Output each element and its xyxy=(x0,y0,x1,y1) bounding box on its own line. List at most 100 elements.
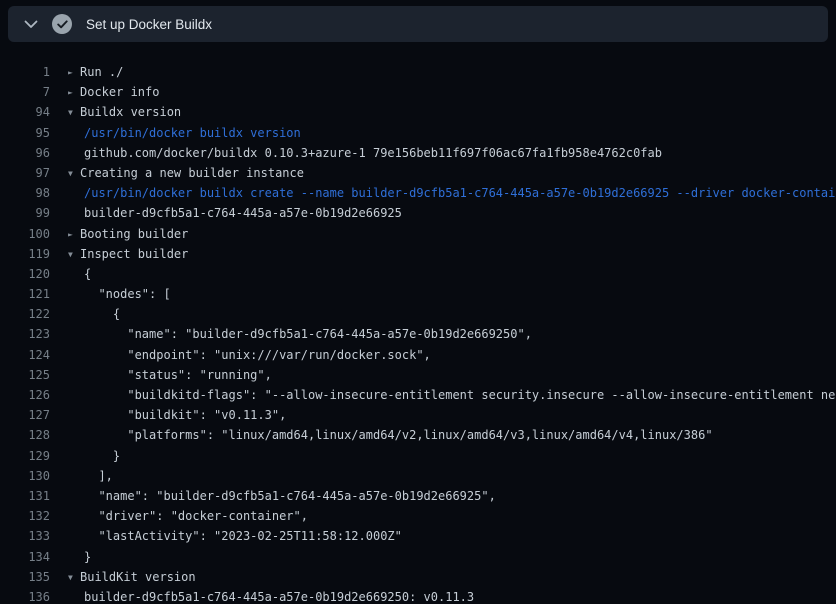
line-number[interactable]: 134 xyxy=(0,547,50,567)
line-number[interactable]: 133 xyxy=(0,526,50,546)
log-group-title-text: Buildx version xyxy=(80,105,181,119)
line-number[interactable]: 98 xyxy=(0,183,50,203)
log-line-text: } xyxy=(68,547,91,567)
log-line: 120 { xyxy=(0,264,836,284)
line-number[interactable]: 96 xyxy=(0,143,50,163)
log-output: 1►Run ./7►Docker info94▼Buildx version95… xyxy=(0,42,836,604)
log-line: 96 github.com/docker/buildx 0.10.3+azure-… xyxy=(0,143,836,163)
log-group-title-text: BuildKit version xyxy=(80,570,196,584)
log-group-header: 100 ►Booting builder xyxy=(0,224,836,244)
line-number[interactable]: 94 xyxy=(0,102,50,122)
log-line-text: "platforms": "linux/amd64,linux/amd64/v2… xyxy=(68,425,713,445)
log-line: 125 "status": "running", xyxy=(0,365,836,385)
log-group-header: 119 ▼Inspect builder xyxy=(0,244,836,264)
caret-expanded-icon[interactable]: ▼ xyxy=(68,103,80,122)
log-group-title[interactable]: ▼Buildx version xyxy=(68,102,181,122)
log-line: 131 "name": "builder-d9cfb5a1-c764-445a-… xyxy=(0,486,836,506)
log-line: 129 } xyxy=(0,446,836,466)
log-line: 95/usr/bin/docker buildx version xyxy=(0,123,836,143)
log-group-title-text: Docker info xyxy=(80,85,159,99)
log-line: 132 "driver": "docker-container", xyxy=(0,506,836,526)
log-line-text: github.com/docker/buildx 0.10.3+azure-1 … xyxy=(68,143,662,163)
line-number[interactable]: 130 xyxy=(0,466,50,486)
log-line: 130 ], xyxy=(0,466,836,486)
log-group-title-text: Booting builder xyxy=(80,227,188,241)
log-group-title[interactable]: ►Booting builder xyxy=(68,224,188,244)
log-group-title[interactable]: ▼Inspect builder xyxy=(68,244,188,264)
log-line-text: } xyxy=(68,446,120,466)
check-icon xyxy=(52,14,72,34)
step-title: Set up Docker Buildx xyxy=(86,17,212,32)
line-number[interactable]: 97 xyxy=(0,163,50,183)
log-line-text: "lastActivity": "2023-02-25T11:58:12.000… xyxy=(68,526,402,546)
log-line-text: "name": "builder-d9cfb5a1-c764-445a-a57e… xyxy=(68,486,496,506)
log-line-text: "driver": "docker-container", xyxy=(68,506,308,526)
line-number[interactable]: 128 xyxy=(0,425,50,445)
caret-expanded-icon[interactable]: ▼ xyxy=(68,568,80,587)
line-number[interactable]: 120 xyxy=(0,264,50,284)
step-header[interactable]: Set up Docker Buildx xyxy=(8,6,828,42)
line-number[interactable]: 125 xyxy=(0,365,50,385)
log-line: 121 "nodes": [ xyxy=(0,284,836,304)
log-line: 127 "buildkit": "v0.11.3", xyxy=(0,405,836,425)
log-line: 136 builder-d9cfb5a1-c764-445a-a57e-0b19d… xyxy=(0,587,836,604)
line-number[interactable]: 121 xyxy=(0,284,50,304)
log-line-text: /usr/bin/docker buildx version xyxy=(68,123,301,143)
log-line-text: builder-d9cfb5a1-c764-445a-a57e-0b19d2e6… xyxy=(68,203,402,223)
log-line: 126 "buildkitd-flags": "--allow-insecure… xyxy=(0,385,836,405)
log-line-text: "status": "running", xyxy=(68,365,272,385)
log-line-text: "buildkitd-flags": "--allow-insecure-ent… xyxy=(68,385,836,405)
log-group-title[interactable]: ►Run ./ xyxy=(68,62,123,82)
line-number[interactable]: 124 xyxy=(0,345,50,365)
log-line: 99 builder-d9cfb5a1-c764-445a-a57e-0b19d2… xyxy=(0,203,836,223)
log-group-title[interactable]: ▼BuildKit version xyxy=(68,567,196,587)
line-number[interactable]: 7 xyxy=(0,82,50,102)
log-line: 134} xyxy=(0,547,836,567)
log-group-header: 97 ▼Creating a new builder instance xyxy=(0,163,836,183)
caret-expanded-icon[interactable]: ▼ xyxy=(68,245,80,264)
line-number[interactable]: 127 xyxy=(0,405,50,425)
log-line-text: "buildkit": "v0.11.3", xyxy=(68,405,286,425)
log-line-text: { xyxy=(68,304,120,324)
line-number[interactable]: 126 xyxy=(0,385,50,405)
line-number[interactable]: 135 xyxy=(0,567,50,587)
log-group-header: 7 ►Docker info xyxy=(0,82,836,102)
line-number[interactable]: 132 xyxy=(0,506,50,526)
log-line: 123 "name": "builder-d9cfb5a1-c764-445a-… xyxy=(0,324,836,344)
log-group-header: 135 ▼BuildKit version xyxy=(0,567,836,587)
caret-collapsed-icon[interactable]: ► xyxy=(68,83,80,102)
log-line-text: /usr/bin/docker buildx create --name bui… xyxy=(68,183,836,203)
chevron-down-icon[interactable] xyxy=(18,11,44,37)
line-number[interactable]: 100 xyxy=(0,224,50,244)
line-number[interactable]: 119 xyxy=(0,244,50,264)
log-group-title[interactable]: ►Docker info xyxy=(68,82,159,102)
caret-collapsed-icon[interactable]: ► xyxy=(68,63,80,82)
log-group-title-text: Run ./ xyxy=(80,65,123,79)
log-line: 133 "lastActivity": "2023-02-25T11:58:12… xyxy=(0,526,836,546)
log-group-header: 94 ▼Buildx version xyxy=(0,102,836,122)
log-line-text: "nodes": [ xyxy=(68,284,171,304)
log-line-text: builder-d9cfb5a1-c764-445a-a57e-0b19d2e6… xyxy=(68,587,474,604)
log-line-text: "name": "builder-d9cfb5a1-c764-445a-a57e… xyxy=(68,324,532,344)
line-number[interactable]: 99 xyxy=(0,203,50,223)
line-number[interactable]: 129 xyxy=(0,446,50,466)
line-number[interactable]: 122 xyxy=(0,304,50,324)
caret-collapsed-icon[interactable]: ► xyxy=(68,225,80,244)
line-number[interactable]: 136 xyxy=(0,587,50,604)
log-line: 98/usr/bin/docker buildx create --name b… xyxy=(0,183,836,203)
caret-expanded-icon[interactable]: ▼ xyxy=(68,164,80,183)
log-line: 124 "endpoint": "unix:///var/run/docker.… xyxy=(0,345,836,365)
log-line-text: ], xyxy=(68,466,113,486)
log-group-title[interactable]: ▼Creating a new builder instance xyxy=(68,163,304,183)
line-number[interactable]: 131 xyxy=(0,486,50,506)
line-number[interactable]: 123 xyxy=(0,324,50,344)
log-group-header: 1 ►Run ./ xyxy=(0,62,836,82)
log-line: 128 "platforms": "linux/amd64,linux/amd6… xyxy=(0,425,836,445)
log-line: 122 { xyxy=(0,304,836,324)
log-group-title-text: Inspect builder xyxy=(80,247,188,261)
log-line-text: { xyxy=(68,264,91,284)
log-group-title-text: Creating a new builder instance xyxy=(80,166,304,180)
line-number[interactable]: 1 xyxy=(0,62,50,82)
log-line-text: "endpoint": "unix:///var/run/docker.sock… xyxy=(68,345,431,365)
line-number[interactable]: 95 xyxy=(0,123,50,143)
